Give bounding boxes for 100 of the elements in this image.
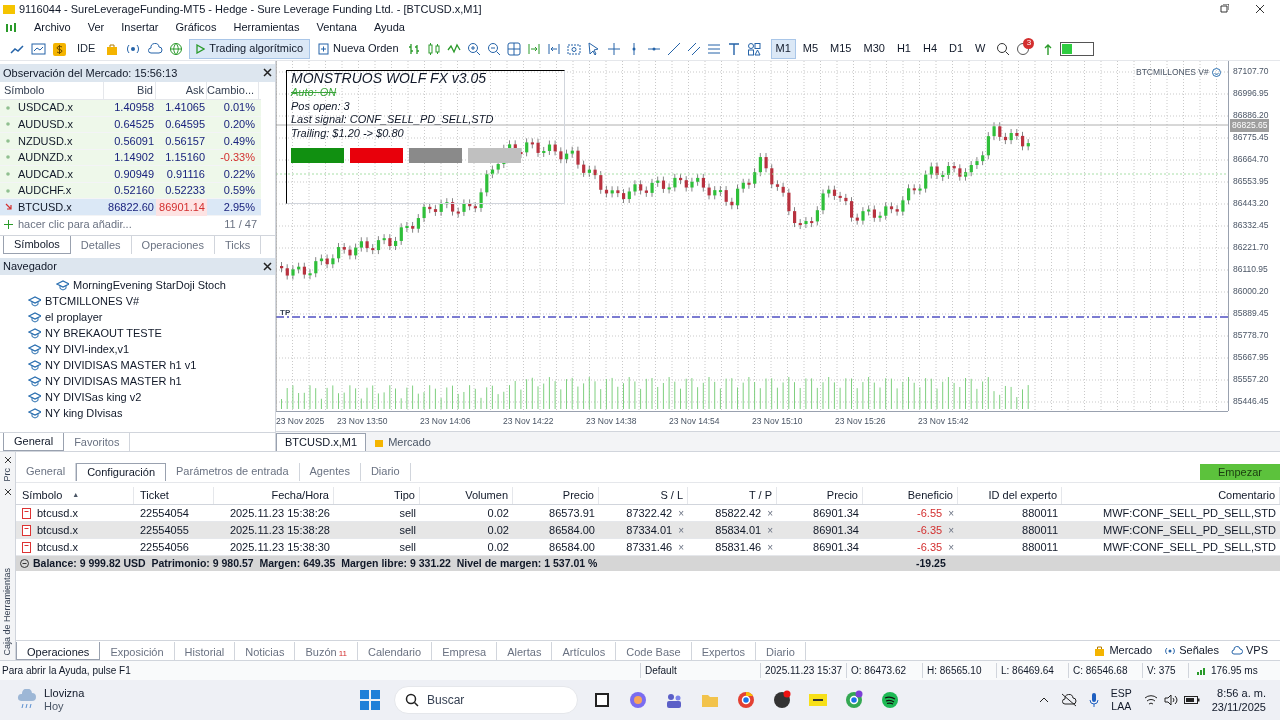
menu-item[interactable]: Ayuda <box>373 19 405 36</box>
market-watch-row[interactable]: AUDCAD.x 0.90949 0.91116 0.22% <box>0 166 261 183</box>
timeframe-button[interactable]: H1 <box>891 38 916 59</box>
chart-tab[interactable]: Mercado <box>366 433 439 451</box>
menu-item[interactable]: Insertar <box>121 19 159 36</box>
panel-tab[interactable]: Favoritos <box>64 433 131 451</box>
toolbox-tab[interactable]: Alertas <box>497 641 553 660</box>
column-header[interactable]: Comentario <box>1062 487 1280 504</box>
tester-tab[interactable]: Configuración <box>76 462 166 481</box>
change-percent: 0.59% <box>222 183 256 199</box>
menu-item[interactable]: Gráficos <box>175 19 217 36</box>
chart-tab[interactable]: BTCUSD.x,M1 <box>276 433 367 451</box>
toolbox-tab[interactable]: Calendario <box>357 641 433 660</box>
timeframe-button[interactable]: W <box>970 38 991 59</box>
column-header[interactable]: Fecha/Hora <box>214 487 334 504</box>
toolbox-tab[interactable]: Artículos <box>552 641 617 660</box>
navigator-item[interactable]: NY king DIvisas <box>0 405 275 421</box>
column-header[interactable]: T / P <box>688 487 777 504</box>
column-header[interactable]: Volumen <box>420 487 513 504</box>
navigator-item[interactable]: NY DIVIDISAS MASTER h1 v1 <box>0 357 275 373</box>
menu-item[interactable]: Ventana <box>316 19 357 36</box>
column-header[interactable]: Beneficio <box>863 487 958 504</box>
toolbox-tab[interactable]: Expertos <box>691 641 757 660</box>
keyboard-layout[interactable]: LAA <box>1111 700 1132 713</box>
column-header[interactable]: Bid <box>104 82 156 99</box>
market-watch-row[interactable]: NZDUSD.x 0.56091 0.56157 0.49% <box>0 133 261 150</box>
trade-row[interactable]: btcusd.x 22554054 2025.11.23 15:38:26 sell 0.02 86573.91 87322.42 × 85822.42 × 86901.34 -6.55 × 880011 MWF:CONF_SELL_PD_SELL,STD <box>16 505 1280 522</box>
timeframe-button[interactable]: M5 <box>797 38 824 59</box>
column-header[interactable]: Precio <box>777 487 863 504</box>
toolbox-link[interactable]: Señales <box>1164 642 1219 659</box>
tester-tab[interactable]: Agentes <box>299 462 361 481</box>
remove-mark[interactable]: × <box>948 522 954 538</box>
navigator-item[interactable]: NY BREKAOUT TESTE <box>0 325 275 341</box>
panel-tab[interactable]: Símbolos <box>3 236 71 254</box>
column-header[interactable]: Ask <box>156 82 207 99</box>
column-header[interactable]: Tipo <box>334 487 420 504</box>
panel-tab[interactable]: General <box>3 433 65 451</box>
tester-tab[interactable]: Parámetros de entrada <box>166 462 300 481</box>
remove-mark[interactable]: × <box>948 505 954 521</box>
menu-item[interactable]: Archivo <box>34 19 71 36</box>
toolbox-tab[interactable]: Buzón 11 <box>295 641 358 660</box>
remove-mark[interactable]: × <box>678 505 684 521</box>
navigator-item[interactable]: BTCMILLONES V# <box>0 293 275 309</box>
taskbar-search-field[interactable]: Buscar <box>394 686 578 714</box>
panel-tab[interactable]: Detalles <box>70 236 132 254</box>
bid-price: 1.40958 <box>113 100 155 116</box>
column-header[interactable]: Cambio... <box>207 82 259 99</box>
navigator-item[interactable]: MorningEvening StarDoji Stoch <box>0 277 275 293</box>
navigator-item[interactable]: NY DIVISas king v2 <box>0 389 275 405</box>
column-header[interactable]: Ticket <box>134 487 214 504</box>
tester-tab[interactable]: Diario <box>360 462 411 481</box>
price-label: 87107.70 <box>1233 65 1269 78</box>
toolbox-tab[interactable]: Exposición <box>100 641 175 660</box>
toolbox-tab[interactable]: Diario <box>756 641 806 660</box>
remove-mark[interactable]: × <box>767 539 773 555</box>
timeframe-button[interactable]: H4 <box>917 38 943 59</box>
navigator-item[interactable]: NY DIVI-index,v1 <box>0 341 275 357</box>
timeframe-button[interactable]: M30 <box>858 38 890 59</box>
trade-row[interactable]: btcusd.x 22554056 2025.11.23 15:38:30 sell 0.02 86584.00 87331.46 × 85831.46 × 86901.34 -6.35 × 880011 MWF:CONF_SELL_PD_SELL,STD <box>16 539 1280 556</box>
navigator-item[interactable]: NY DIVIDISAS MASTER h1 <box>0 373 275 389</box>
menu-item[interactable]: Ver <box>87 19 105 36</box>
column-header[interactable]: S / L <box>599 487 688 504</box>
panel-tab[interactable]: Ticks <box>215 236 262 254</box>
navigator-item[interactable]: el proplayer <box>0 309 275 325</box>
remove-mark[interactable]: × <box>678 522 684 538</box>
trade-row[interactable]: btcusd.x 22554055 2025.11.23 15:38:28 sell 0.02 86584.00 87334.01 × 85834.01 × 86901.34 -6.35 × 880011 MWF:CONF_SELL_PD_SELL,STD <box>16 522 1280 539</box>
price-label: 85889.45 <box>1233 307 1269 320</box>
remove-mark[interactable]: × <box>948 539 954 555</box>
ask-price: 1.15160 <box>164 150 206 166</box>
tp-label: TP <box>280 307 291 319</box>
toolbox-tab[interactable]: Historial <box>174 641 236 660</box>
toolbox-tab[interactable]: Code Base <box>616 641 692 660</box>
start-button[interactable]: Empezar <box>1200 463 1280 480</box>
low-price: L: 86469.64 <box>996 663 1068 678</box>
window-title: 9116044 - SureLeverageFunding-MT5 - Hedge - Sure Leverage Funding Ltd. - [BTCUSD.x,M1] <box>19 1 482 17</box>
clock-date[interactable]: 23/11/2025 <box>1211 700 1266 714</box>
clock-time[interactable]: 8:56 a. m. <box>1217 686 1266 700</box>
timeframe-button[interactable]: D1 <box>944 38 969 59</box>
toolbox-link[interactable]: Mercado <box>1094 642 1153 659</box>
timeframe-button[interactable]: M15 <box>825 38 857 59</box>
bid-price: 0.90949 <box>113 166 155 182</box>
toolbox-tab[interactable]: Noticias <box>235 641 296 660</box>
remove-mark[interactable]: × <box>767 505 773 521</box>
ide-button[interactable]: IDE <box>73 40 100 57</box>
toolbox-link[interactable]: VPS <box>1231 642 1268 659</box>
algo-trading-button[interactable]: Trading algorítmico <box>189 38 311 59</box>
toolbox-tab[interactable]: Operaciones <box>16 641 101 660</box>
input-language[interactable]: ESP <box>1110 687 1132 700</box>
column-header[interactable]: Precio <box>513 487 599 504</box>
panel-tab[interactable]: Operaciones <box>131 236 215 254</box>
remove-mark[interactable]: × <box>678 539 684 555</box>
new-order-button[interactable]: Nueva Orden <box>316 38 401 59</box>
timeframe-button[interactable]: M1 <box>770 38 796 59</box>
add-symbol-hint[interactable]: hacer clic para añadir... <box>18 216 132 233</box>
market-watch-row[interactable]: BTCUSD.x 86822.60 86901.14 2.95% <box>0 199 261 217</box>
column-header[interactable]: Símbolo <box>0 82 104 99</box>
menu-item[interactable]: Herramientas <box>233 19 300 36</box>
toolbox-tab[interactable]: Empresa <box>432 641 498 660</box>
column-header[interactable]: ID del experto <box>958 487 1062 504</box>
remove-mark[interactable]: × <box>767 522 773 538</box>
